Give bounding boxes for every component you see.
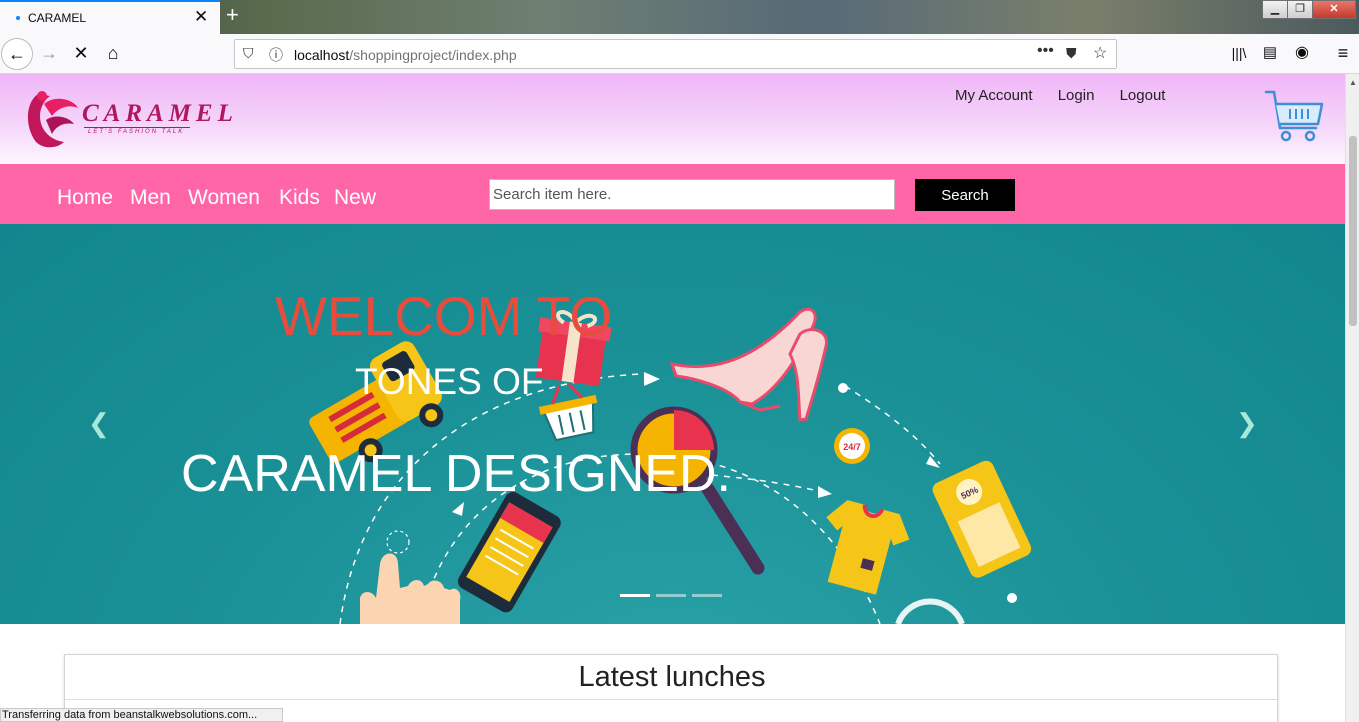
browser-tab[interactable]: CARAMEL ✕ bbox=[0, 0, 220, 34]
carousel-indicator-1[interactable] bbox=[620, 594, 650, 597]
menu-home[interactable]: Home bbox=[57, 186, 113, 210]
home-icon[interactable]: ⌂ bbox=[101, 42, 125, 64]
close-icon[interactable]: ✕ bbox=[194, 7, 208, 27]
shopping-illustration: 24/7 50% bbox=[309, 307, 1032, 624]
hero-carousel: 24/7 50% WELCOM TO TONES OF CARAMEL DESI… bbox=[0, 224, 1345, 624]
carousel-prev-icon[interactable]: ❮ bbox=[88, 408, 110, 439]
browser-toolbar: ← → ✕ ⌂ ⛉ ⓘ localhost/shoppingproject/in… bbox=[0, 34, 1359, 74]
logo-text: CARAMEL bbox=[82, 100, 238, 127]
carousel-next-icon[interactable]: ❯ bbox=[1236, 408, 1258, 439]
more-dots-icon[interactable]: ••• bbox=[1037, 42, 1054, 60]
svg-text:24/7: 24/7 bbox=[843, 442, 861, 452]
library-icon[interactable]: |||\ bbox=[1227, 42, 1251, 64]
section-title: Latest lunches bbox=[578, 661, 766, 693]
section-divider bbox=[65, 699, 1279, 700]
maximize-icon[interactable]: ❐ bbox=[1287, 0, 1313, 19]
logout-link[interactable]: Logout bbox=[1120, 87, 1166, 104]
carousel-heading-2: TONES OF bbox=[355, 361, 544, 402]
window-controls: ▁ ❐ ✕ bbox=[1262, 0, 1356, 20]
pocket-icon[interactable]: ⛊ bbox=[1066, 45, 1077, 62]
my-account-link[interactable]: My Account bbox=[955, 87, 1033, 104]
menu-kids[interactable]: Kids bbox=[279, 186, 320, 210]
logo-tagline: LET'S FASHION TALK bbox=[88, 129, 185, 135]
shield-icon[interactable]: ⛉ bbox=[243, 45, 254, 62]
menu-new[interactable]: New bbox=[334, 186, 376, 210]
scroll-thumb[interactable] bbox=[1349, 136, 1357, 326]
site-header: CARAMEL LET'S FASHION TALK My Account Lo… bbox=[0, 74, 1345, 164]
carousel-indicator-2[interactable] bbox=[656, 594, 686, 597]
back-arrow-icon[interactable]: ← bbox=[1, 38, 33, 70]
new-tab-icon[interactable]: + bbox=[226, 2, 239, 28]
page-scrollbar[interactable]: ▲ bbox=[1345, 74, 1359, 722]
page-viewport: CARAMEL LET'S FASHION TALK My Account Lo… bbox=[0, 74, 1345, 722]
sidebar-icon[interactable]: ▤ bbox=[1258, 42, 1282, 64]
account-icon[interactable]: ◉ bbox=[1290, 42, 1314, 64]
shopping-cart-icon[interactable] bbox=[1264, 88, 1326, 150]
account-links: My Account Login Logout bbox=[955, 87, 1186, 104]
url-text: localhost/shoppingproject/index.php bbox=[294, 47, 517, 63]
browser-tab-strip: CARAMEL ✕ + ▁ ❐ ✕ bbox=[0, 0, 1359, 34]
search-button[interactable]: Search bbox=[915, 179, 1015, 211]
search-input[interactable] bbox=[489, 179, 895, 210]
stop-loading-icon[interactable]: ✕ bbox=[69, 42, 93, 64]
menu-men[interactable]: Men bbox=[130, 186, 171, 210]
menu-women[interactable]: Women bbox=[188, 186, 260, 210]
minimize-icon[interactable]: ▁ bbox=[1262, 0, 1288, 19]
caramel-logo-icon[interactable] bbox=[24, 86, 80, 150]
main-menu-bar: Home Men Women Kids New Search bbox=[0, 164, 1345, 224]
menu-hamburger-icon[interactable]: ≡ bbox=[1331, 42, 1355, 64]
status-bar: Transferring data from beanstalkwebsolut… bbox=[0, 708, 283, 722]
info-icon[interactable]: ⓘ bbox=[269, 45, 283, 65]
carousel-indicator-3[interactable] bbox=[692, 594, 722, 597]
tab-title: CARAMEL bbox=[28, 11, 87, 25]
bookmark-star-icon[interactable]: ☆ bbox=[1093, 43, 1107, 63]
login-link[interactable]: Login bbox=[1058, 87, 1095, 104]
carousel-heading-1: WELCOM TO bbox=[275, 285, 613, 347]
carousel-heading-3: CARAMEL DESIGNED. bbox=[181, 445, 731, 503]
window-close-icon[interactable]: ✕ bbox=[1312, 0, 1356, 19]
scroll-up-icon[interactable]: ▲ bbox=[1349, 78, 1357, 87]
forward-arrow-icon[interactable]: → bbox=[37, 42, 61, 64]
loading-dot-icon bbox=[16, 16, 20, 20]
url-bar[interactable]: ⛉ ⓘ localhost/shoppingproject/index.php … bbox=[234, 39, 1117, 69]
logo-underline bbox=[84, 127, 190, 128]
